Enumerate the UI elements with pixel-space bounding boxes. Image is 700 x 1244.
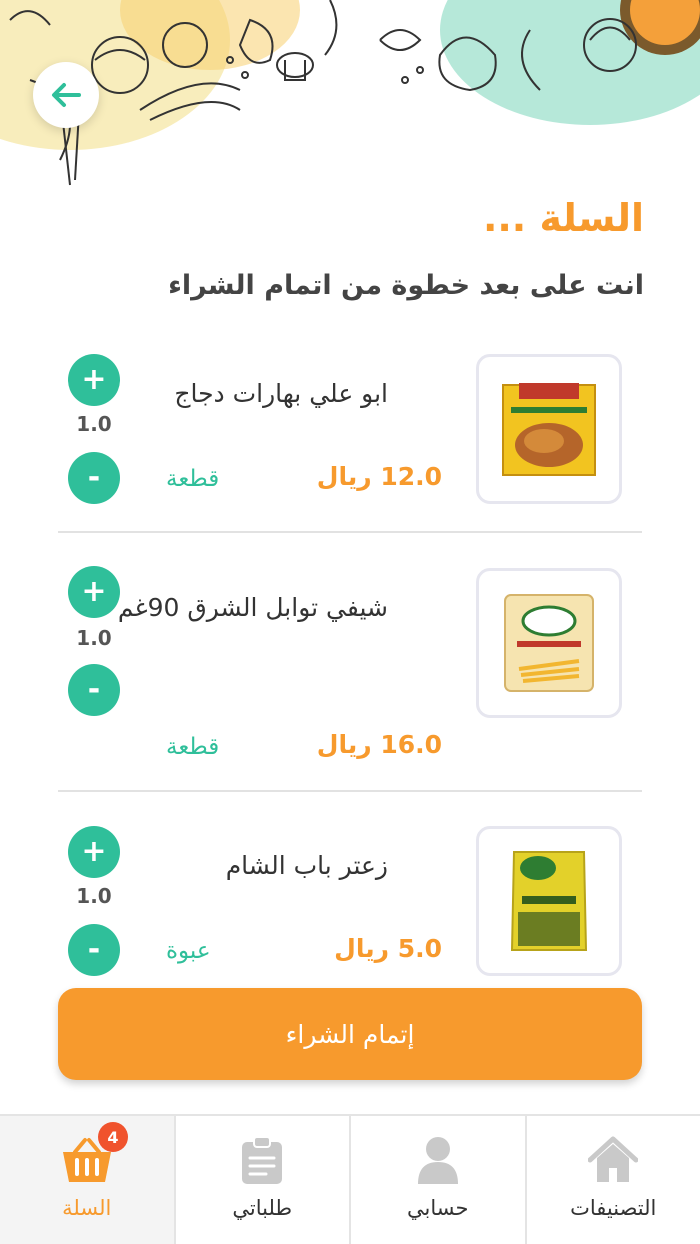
increase-qty-button[interactable]: + <box>68 566 120 618</box>
nav-label: طلباتي <box>232 1196 293 1220</box>
page-subtitle: انت على بعد خطوة من اتمام الشراء <box>168 270 644 301</box>
product-price: 16.0 ريال <box>316 730 442 759</box>
decrease-qty-button[interactable]: - <box>68 452 120 504</box>
checkout-button[interactable]: إتمام الشراء <box>58 988 642 1080</box>
nav-item-account[interactable]: حسابي <box>349 1116 525 1244</box>
product-unit: قطعة <box>166 466 220 492</box>
page-title: السلة ... <box>482 196 644 240</box>
item-divider <box>58 790 642 792</box>
cart-item: زعتر باب الشام 5.0 ريال عبوة + 1.0 - <box>58 826 642 976</box>
clipboard-icon <box>242 1136 283 1184</box>
arrow-left-icon <box>52 83 81 107</box>
item-divider <box>58 531 642 533</box>
nav-item-categories[interactable]: التصنيفات <box>524 1116 700 1244</box>
nav-label: حسابي <box>407 1196 469 1220</box>
decrease-qty-button[interactable]: - <box>68 924 120 976</box>
product-image <box>476 568 622 718</box>
cart-item: ابو علي بهارات دجاج 12.0 ريال قطعة + 1.0… <box>58 354 642 514</box>
nav-item-orders[interactable]: طلباتي <box>173 1116 350 1244</box>
increase-qty-button[interactable]: + <box>68 826 120 878</box>
bottom-nav: 4 السلة طلباتي حسابي التصنيفات <box>0 1114 700 1244</box>
decrease-qty-button[interactable]: - <box>68 664 120 716</box>
increase-qty-button[interactable]: + <box>68 354 120 406</box>
quantity-value: 1.0 <box>76 412 112 436</box>
quantity-value: 1.0 <box>76 884 112 908</box>
quantity-value: 1.0 <box>76 626 112 650</box>
product-image <box>476 826 622 976</box>
cart-item: شيفي توابل الشرق 90غم 16.0 ريال قطعة + 1… <box>58 566 642 766</box>
product-unit: قطعة <box>166 734 220 760</box>
home-icon <box>588 1136 639 1182</box>
product-price: 5.0 ريال <box>334 934 442 963</box>
nav-item-cart[interactable]: 4 السلة <box>0 1116 174 1244</box>
header-illustration <box>0 0 700 200</box>
nav-label: التصنيفات <box>570 1196 657 1220</box>
product-unit: عبوة <box>166 938 211 964</box>
cart-badge: 4 <box>98 1122 128 1152</box>
product-price: 12.0 ريال <box>316 462 442 491</box>
back-button[interactable] <box>33 62 99 128</box>
product-image <box>476 354 622 504</box>
user-icon <box>417 1137 458 1184</box>
nav-label: السلة <box>62 1196 112 1220</box>
